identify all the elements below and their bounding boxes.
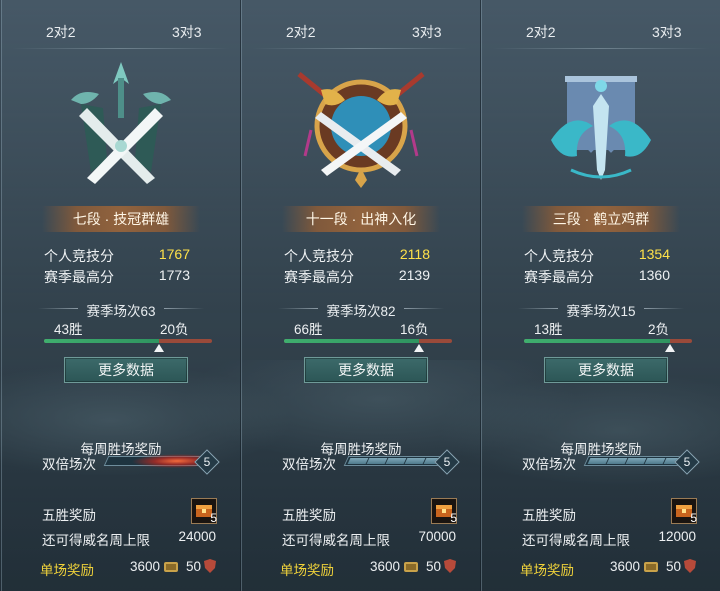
single-reward-label: 单场奖励: [520, 563, 574, 578]
mode-tabs: 2对2 3对3: [242, 14, 480, 49]
personal-score-label: 个人竞技分: [524, 248, 594, 264]
tab-3v3[interactable]: 3对3: [172, 22, 202, 42]
reward-coins: 3600: [370, 559, 401, 574]
season-games: 赛季场次82: [326, 304, 396, 319]
season-max-label: 赛季最高分: [44, 269, 114, 285]
reward-shield: 50: [426, 559, 442, 574]
win-loss-bar: [524, 339, 692, 343]
rank-title: 七段 · 技冠群雄: [42, 206, 200, 232]
progress-flame: [103, 454, 203, 468]
rank-panel-2: 2对2 3对3 十一段 · 出神入化 个人竞技分 2118 赛季最高分 2139…: [241, 0, 481, 591]
cap-value: 12000: [658, 529, 696, 544]
coin-icon: [404, 562, 418, 572]
cap-value: 70000: [418, 529, 456, 544]
wins-count: 66胜: [294, 322, 323, 337]
win-fill: [284, 339, 419, 343]
chest-icon[interactable]: 5: [431, 498, 457, 525]
shield-icon: [204, 559, 216, 573]
single-reward-label: 单场奖励: [280, 563, 334, 578]
wins-count: 43胜: [54, 322, 83, 337]
tab-divider: [492, 48, 710, 49]
wins-count: 13胜: [534, 322, 563, 337]
tab-3v3[interactable]: 3对3: [412, 22, 442, 42]
single-reward-label: 单场奖励: [40, 563, 94, 578]
rank-title: 十一段 · 出神入化: [282, 206, 440, 232]
coin-icon: [164, 562, 178, 572]
season-games: 赛季场次63: [86, 304, 156, 319]
win-fill: [44, 339, 159, 343]
reward-shield: 50: [666, 559, 682, 574]
season-max-value: 2139: [398, 267, 430, 283]
cap-label: 还可得威名周上限: [42, 533, 150, 548]
double-label: 双倍场次: [282, 457, 336, 472]
more-data-button[interactable]: 更多数据: [304, 357, 428, 383]
win-fill: [524, 339, 670, 343]
shield-icon: [444, 559, 456, 573]
personal-score-label: 个人竞技分: [44, 248, 114, 264]
cap-label: 还可得威名周上限: [282, 533, 390, 548]
shield-icon: [684, 559, 696, 573]
tab-2v2[interactable]: 2对2: [286, 22, 316, 42]
double-label: 双倍场次: [522, 457, 576, 472]
personal-score-value: 2118: [399, 246, 430, 262]
win-ratio-marker: [414, 344, 424, 352]
losses-count: 16负: [400, 322, 429, 337]
double-progress: [583, 456, 689, 466]
rank-emblem-icon: [71, 62, 171, 184]
win-loss-bar: [44, 339, 212, 343]
season-games: 赛季场次15: [566, 304, 636, 319]
rank-panel-1: 2对2 3对3 七段 · 技冠群雄 个人竞技分 1767 赛季最高分 1773 …: [1, 0, 241, 591]
cap-label: 还可得威名周上限: [522, 533, 630, 548]
win-loss-bar: [284, 339, 452, 343]
season-max-label: 赛季最高分: [284, 269, 354, 285]
tab-2v2[interactable]: 2对2: [46, 22, 76, 42]
mode-tabs: 2对2 3对3: [2, 14, 240, 49]
double-progress: [343, 456, 449, 466]
five-win-label: 五胜奖励: [522, 508, 576, 523]
win-ratio-marker: [154, 344, 164, 352]
personal-score-value: 1767: [158, 246, 190, 262]
personal-score-label: 个人竞技分: [284, 248, 354, 264]
personal-score-value: 1354: [638, 246, 670, 262]
more-data-button[interactable]: 更多数据: [64, 357, 188, 383]
losses-count: 20负: [160, 322, 189, 337]
reward-coins: 3600: [130, 559, 161, 574]
season-max-value: 1360: [638, 267, 670, 283]
rank-title: 三段 · 鹤立鸡群: [522, 206, 680, 232]
season-max-label: 赛季最高分: [524, 269, 594, 285]
rank-panel-3: 2对2 3对3 三段 · 鹤立鸡群 个人竞技分 1354 赛季最高分 1360 …: [481, 0, 720, 591]
reward-shield: 50: [186, 559, 202, 574]
season-max-value: 1773: [158, 267, 190, 283]
losses-count: 2负: [648, 322, 670, 337]
tab-3v3[interactable]: 3对3: [652, 22, 682, 42]
cap-value: 24000: [178, 529, 216, 544]
tab-divider: [12, 48, 230, 49]
rank-emblem-icon: [551, 76, 651, 180]
mode-tabs: 2对2 3对3: [482, 14, 720, 49]
tab-divider: [252, 48, 470, 49]
five-win-label: 五胜奖励: [282, 508, 336, 523]
five-win-label: 五胜奖励: [42, 508, 96, 523]
more-data-button[interactable]: 更多数据: [544, 357, 668, 383]
chest-icon[interactable]: 5: [671, 498, 697, 525]
reward-coins: 3600: [610, 559, 641, 574]
rank-emblem-icon: [297, 72, 425, 188]
win-ratio-marker: [665, 344, 675, 352]
chest-icon[interactable]: 5: [191, 498, 217, 525]
double-progress: [103, 454, 209, 468]
double-label: 双倍场次: [42, 457, 96, 472]
tab-2v2[interactable]: 2对2: [526, 22, 556, 42]
coin-icon: [644, 562, 658, 572]
